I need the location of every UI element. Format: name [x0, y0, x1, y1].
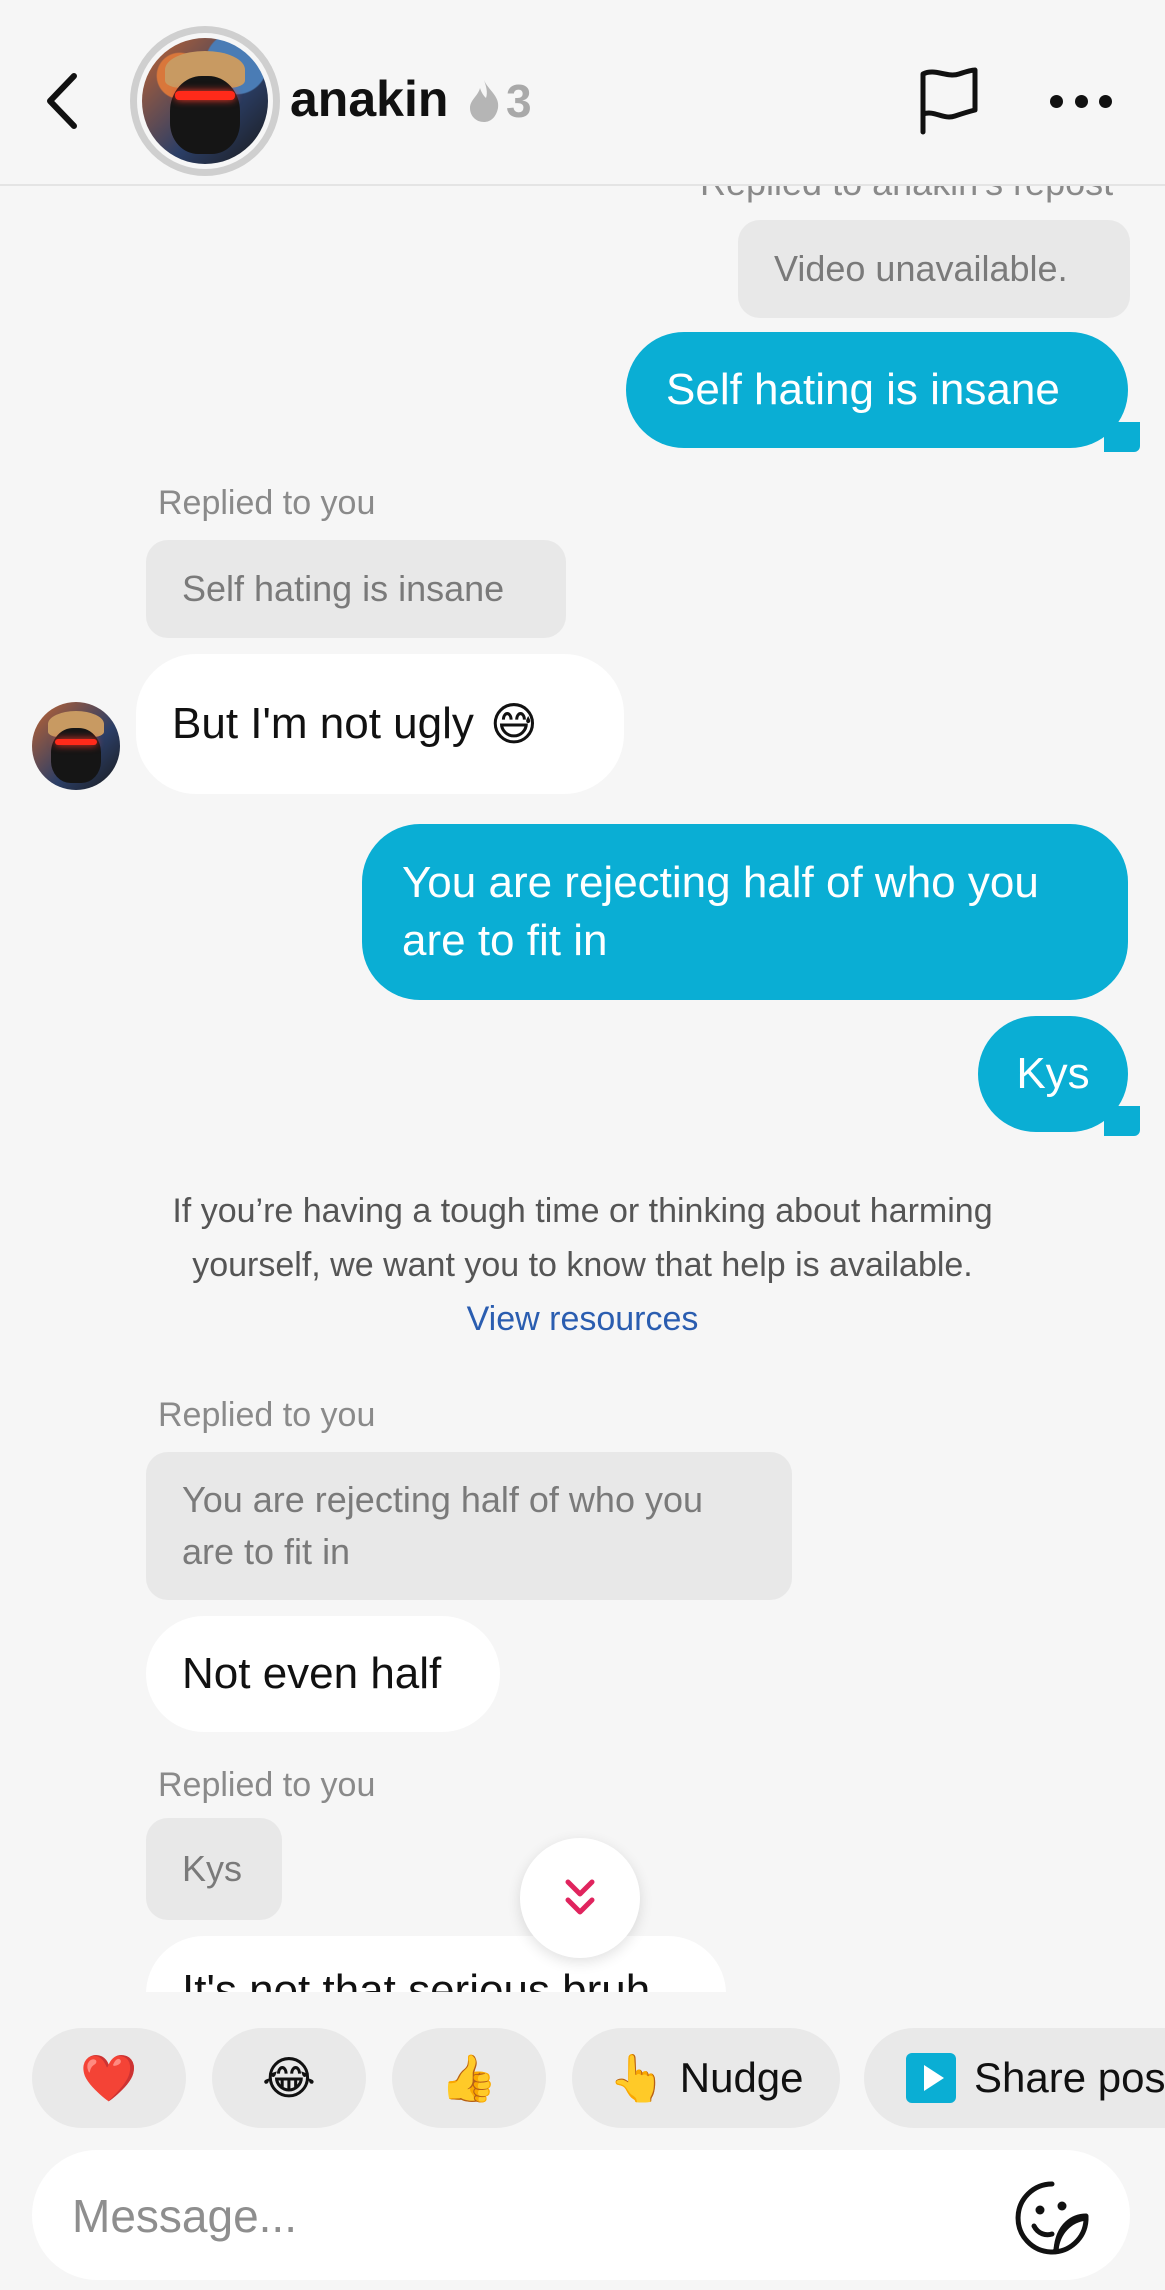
nudge-label: Nudge [679, 2054, 804, 2101]
message-composer [32, 2150, 1130, 2282]
back-button[interactable] [38, 68, 88, 134]
laughing-emoji-icon: 😂 [262, 2051, 316, 2105]
avatar[interactable] [130, 26, 280, 176]
notice-line: If you’re having a tough time or thinkin… [172, 1192, 993, 1230]
more-dot-icon [1099, 94, 1112, 108]
streak-badge: 3 [466, 74, 532, 128]
notice-line: yourself, we want you to know that help … [192, 1246, 973, 1284]
reply-label: Replied to you [158, 1766, 376, 1804]
message-outgoing[interactable]: Self hating is insane [626, 332, 1128, 448]
reply-label: Replied to you [158, 484, 376, 522]
bubble-tail [1104, 1106, 1140, 1136]
message-list[interactable]: Replied to anakin's repost Video unavail… [0, 184, 1165, 1992]
flag-icon [920, 67, 978, 135]
more-options-button[interactable] [1050, 88, 1112, 114]
message-incoming[interactable]: It's not that serious bruh [146, 1936, 726, 1992]
quick-reply-laugh[interactable]: 😂 [212, 2028, 366, 2128]
chat-header: anakin 3 [0, 0, 1165, 186]
reply-quote[interactable]: Kys [146, 1818, 282, 1920]
sweat-smile-emoji: 😅 [489, 697, 538, 751]
reply-quote[interactable]: Self hating is insane [146, 540, 566, 638]
heart-icon: ❤️ [80, 2051, 138, 2105]
message-input[interactable] [70, 2150, 974, 2282]
more-dot-icon [1074, 94, 1088, 108]
message-text: But I'm not ugly [172, 699, 474, 748]
message-outgoing[interactable]: You are rejecting half of who you are to… [362, 824, 1128, 1000]
pointing-hand-icon: 👆 [608, 2051, 666, 2105]
share-post-button[interactable]: Share post [864, 2028, 1165, 2128]
bubble-tail [1104, 422, 1140, 452]
quick-reply-thumbs-up[interactable]: 👍 [392, 2028, 546, 2128]
message-incoming[interactable]: But I'm not ugly 😅 [136, 654, 624, 794]
reply-label: Replied to anakin's repost [700, 184, 1113, 204]
play-icon [906, 2053, 956, 2103]
more-dot-icon [1050, 94, 1063, 108]
sticker-button[interactable] [1014, 2180, 1090, 2256]
chevron-left-icon [47, 73, 77, 129]
flame-icon [470, 80, 499, 122]
scroll-to-bottom-button[interactable] [520, 1838, 640, 1958]
view-resources-link[interactable]: View resources [0, 1292, 1165, 1346]
streak-count: 3 [506, 75, 532, 127]
sticker-icon [1015, 2181, 1089, 2255]
avatar-image [142, 38, 268, 164]
thumbs-up-icon: 👍 [440, 2051, 498, 2105]
safety-notice: If you’re having a tough time or thinkin… [0, 1184, 1165, 1346]
share-post-label: Share post [974, 2054, 1165, 2101]
reply-label: Replied to you [158, 1396, 376, 1434]
report-button[interactable] [915, 66, 981, 136]
nudge-button[interactable]: 👆 Nudge [572, 2028, 840, 2128]
quick-reply-heart[interactable]: ❤️ [32, 2028, 186, 2128]
reply-quote[interactable]: Video unavailable. [738, 220, 1130, 318]
chat-username[interactable]: anakin [290, 70, 448, 128]
message-incoming[interactable]: Not even half [146, 1616, 500, 1732]
sender-avatar[interactable] [32, 702, 120, 790]
quick-reply-bar: ❤️ 😂 👍 👆 Nudge Share post [0, 2028, 1165, 2128]
double-chevron-down-icon [565, 1879, 595, 1915]
reply-quote[interactable]: You are rejecting half of who you are to… [146, 1452, 792, 1600]
